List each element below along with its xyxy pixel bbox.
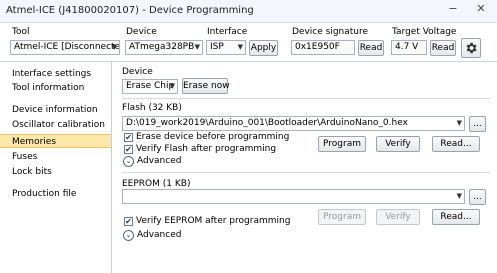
flash-program-button[interactable]: Program	[318, 136, 366, 152]
flash-read-button[interactable]: Read...	[432, 136, 480, 152]
interface-value: ISP	[210, 42, 224, 52]
title-bar: Atmel-ICE (J41800020107) - Device Progra…	[0, 0, 497, 23]
tool-label: Tool	[12, 27, 30, 37]
eeprom-read-button[interactable]: Read...	[432, 209, 480, 225]
chevron-down-icon: ▼	[111, 43, 117, 51]
close-button[interactable]: ✕	[470, 0, 492, 20]
eeprom-program-button[interactable]: Program	[318, 209, 366, 225]
minimize-button[interactable]: −	[442, 0, 464, 20]
sidebar-item-fuses[interactable]: Fuses	[0, 150, 111, 164]
device-section-title: Device	[122, 67, 153, 77]
chevron-down-icon: ▼	[237, 43, 243, 51]
window-title: Atmel-ICE (J41800020107) - Device Progra…	[6, 5, 254, 16]
sidebar-item-production-file[interactable]: Production file	[0, 187, 111, 201]
divider	[122, 172, 490, 173]
verify-eeprom-checkbox[interactable]: ✔	[124, 217, 133, 226]
verify-flash-label: Verify Flash after programming	[136, 144, 277, 154]
flash-verify-button[interactable]: Verify	[376, 136, 420, 152]
settings-button[interactable]	[461, 38, 481, 58]
chevron-down-icon: ▼	[194, 43, 200, 51]
verify-flash-checkbox[interactable]: ✔	[124, 145, 133, 154]
flash-browse-button[interactable]: ...	[469, 116, 486, 132]
divider	[122, 98, 490, 99]
eeprom-section-title: EEPROM (1 KB)	[122, 179, 191, 189]
tool-value: Atmel-ICE [Disconnected]	[14, 42, 120, 52]
gear-icon	[466, 42, 477, 54]
voltage-read-button[interactable]: Read	[430, 40, 456, 56]
tool-select[interactable]: Atmel-ICE [Disconnected] ▼	[10, 40, 120, 55]
flash-path-value: D:\019_work2019\Arduino_001\Bootloader\A…	[126, 118, 408, 128]
erase-before-checkbox[interactable]: ✔	[124, 133, 133, 142]
sidebar-item-tool-information[interactable]: Tool information	[0, 81, 111, 95]
minimize-icon: −	[448, 2, 458, 15]
device-select[interactable]: ATmega328PB ▼	[125, 40, 203, 55]
flash-advanced-label[interactable]: Advanced	[137, 156, 181, 166]
flash-section-title: Flash (32 KB)	[122, 103, 182, 113]
signature-read-button[interactable]: Read	[358, 40, 384, 56]
chevron-down-icon: ▼	[456, 192, 462, 200]
eeprom-browse-button[interactable]: ...	[469, 189, 486, 205]
toolbar: Tool Atmel-ICE [Disconnected] ▼ Device A…	[0, 23, 497, 59]
eeprom-verify-button[interactable]: Verify	[376, 209, 420, 225]
sidebar: Interface settings Tool information Devi…	[0, 62, 112, 273]
chevron-down-icon[interactable]: ⌄	[123, 156, 134, 167]
memories-panel: Device Erase Chip ▼ Erase now Flash (32 …	[112, 62, 497, 273]
sidebar-item-device-information[interactable]: Device information	[0, 103, 111, 117]
erase-mode-value: Erase Chip	[126, 81, 175, 91]
chevron-down-icon: ▼	[456, 119, 462, 127]
sidebar-item-lock-bits[interactable]: Lock bits	[0, 165, 111, 179]
sidebar-item-oscillator-calibration[interactable]: Oscillator calibration	[0, 118, 111, 132]
interface-select[interactable]: ISP ▼	[206, 40, 246, 55]
erase-before-label: Erase device before programming	[136, 132, 290, 142]
flash-file-path[interactable]: D:\019_work2019\Arduino_001\Bootloader\A…	[122, 116, 465, 131]
erase-now-button[interactable]: Erase now	[182, 78, 230, 94]
device-label: Device	[126, 27, 157, 37]
voltage-field: 4.7 V	[391, 40, 427, 55]
erase-mode-select[interactable]: Erase Chip ▼	[122, 79, 178, 94]
voltage-label: Target Voltage	[392, 27, 457, 37]
close-icon: ✕	[476, 2, 486, 15]
apply-button[interactable]: Apply	[249, 40, 278, 56]
chevron-down-icon: ▼	[169, 82, 175, 90]
sidebar-item-interface-settings[interactable]: Interface settings	[0, 67, 111, 81]
chevron-down-icon[interactable]: ⌄	[123, 230, 134, 241]
signature-field: 0x1E950F	[291, 40, 355, 55]
sidebar-item-memories[interactable]: Memories	[0, 134, 111, 148]
eeprom-file-path[interactable]: ▼	[122, 189, 465, 204]
signature-label: Device signature	[292, 27, 369, 37]
interface-label: Interface	[207, 27, 248, 37]
eeprom-advanced-label[interactable]: Advanced	[137, 230, 181, 240]
verify-eeprom-label: Verify EEPROM after programming	[136, 216, 291, 226]
device-value: ATmega328PB	[129, 42, 195, 52]
